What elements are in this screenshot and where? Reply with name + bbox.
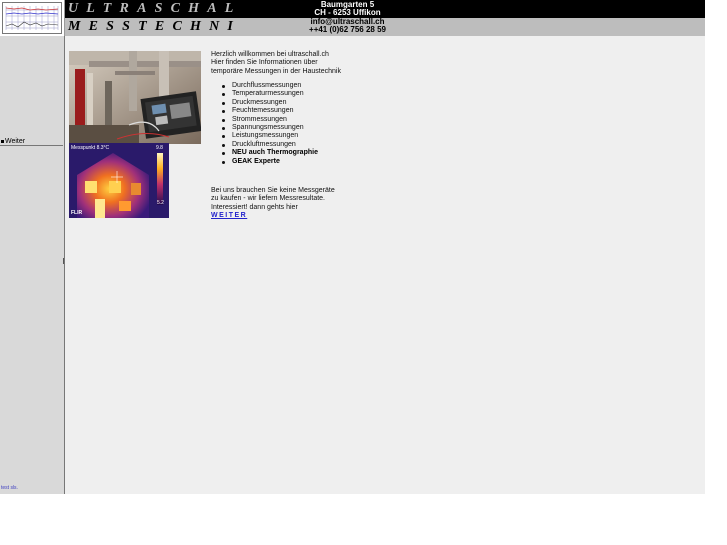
sidebar-divider [0, 145, 63, 146]
address-block: Baumgarten 5 CH - 6253 Uffikon [240, 0, 705, 18]
thermal-house-icon [69, 143, 169, 218]
service-item-highlight: NEU auch Thermographie [220, 149, 318, 157]
thermal-scale-max: 9.8 [156, 145, 163, 151]
outro-text: Bei uns brauchen Sie keine Messgeräte zu… [211, 187, 335, 212]
service-item: Feuchtemessungen [220, 107, 318, 115]
service-item: Druckluftmessungen [220, 141, 318, 149]
outro-line: Bei uns brauchen Sie keine Messgeräte [211, 187, 335, 194]
service-item: Leistungsmessungen [220, 132, 318, 140]
contact-phone: ++41 (0)62 756 28 59 [309, 25, 386, 34]
logo-chart-image[interactable] [0, 0, 65, 36]
contact-block: info@ultraschall.ch ++41 (0)62 756 28 59 [240, 17, 705, 36]
outro-line: Interessiert! dann gehts hier [211, 203, 298, 211]
thermal-label: Messpunkt [71, 145, 96, 151]
service-item: Druckmessungen [220, 99, 318, 107]
sidebar-weiter-link[interactable]: Weiter [1, 138, 25, 145]
brand-line2: MESSTECHNIK [68, 19, 259, 34]
brand-ultraschall: ULTRASCHALL [65, 0, 250, 18]
intro-line: Herzlich willkommen bei ultraschall.ch [211, 51, 329, 58]
thermal-scale-min: 5.2 [157, 200, 164, 206]
intro-line: temporäre Messungen in der Haustechnik [211, 67, 341, 75]
sidebar: Weiter test sls. [0, 36, 65, 494]
services-list: Durchflussmessungen Temperaturmessungen … [220, 82, 318, 166]
service-item-highlight: GEAK Experte [220, 158, 318, 166]
bullet-icon [1, 139, 4, 143]
brand-messtechnik: MESSTECHNIK [65, 18, 250, 36]
intro-text: Herzlich willkommen bei ultraschall.ch H… [211, 51, 341, 76]
thermal-reading: 8.3°C [96, 145, 110, 151]
outro-line: zu kaufen - wir liefern Messresultate. [211, 195, 325, 203]
service-item: Temperaturmessungen [220, 90, 318, 98]
logo-chart-icon [2, 2, 62, 34]
service-item: Strommessungen [220, 116, 318, 124]
service-item: Spannungsmessungen [220, 124, 318, 132]
service-item: Durchflussmessungen [220, 82, 318, 90]
page: ULTRASCHALL MESSTECHNIK Baumgarten 5 CH … [0, 0, 705, 494]
equipment-photo-icon [69, 51, 201, 144]
frame-resize-handle[interactable] [63, 258, 64, 264]
equipment-photo [69, 51, 201, 144]
weiter-link[interactable]: WEITER [211, 212, 247, 219]
thermography-image: Messpunkt 8.3°C 9.8 5.2 FLIR [69, 143, 169, 218]
flir-logo: FLIR [71, 210, 83, 216]
sidebar-footer-text: test sls. [1, 485, 18, 491]
intro-line: Hier finden Sie Informationen über [211, 59, 318, 67]
brand-line1: ULTRASCHALL [68, 1, 259, 16]
sidebar-weiter-label: Weiter [5, 138, 26, 145]
